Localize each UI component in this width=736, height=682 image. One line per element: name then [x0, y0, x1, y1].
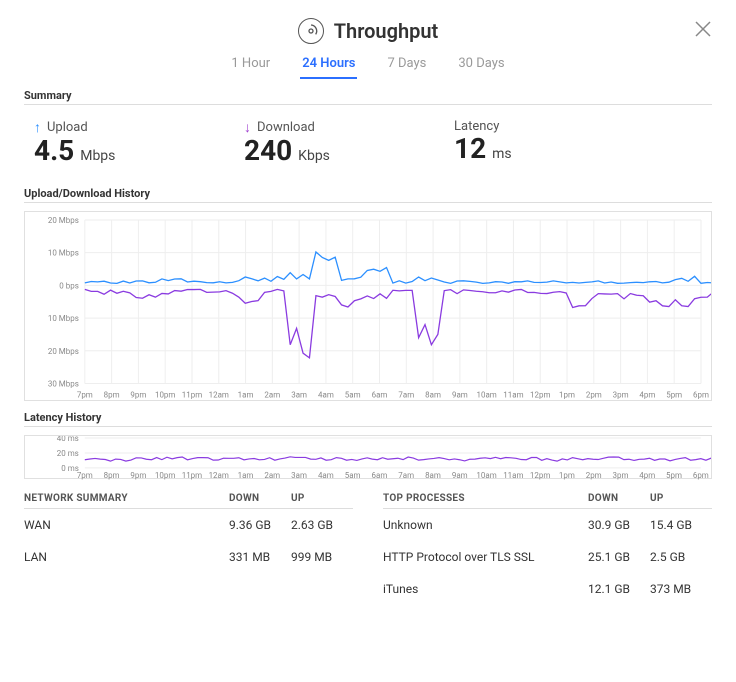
- svg-text:11pm: 11pm: [182, 390, 202, 399]
- download-label: Download: [257, 120, 315, 135]
- col-up: UP: [291, 493, 353, 504]
- svg-text:8pm: 8pm: [104, 390, 120, 399]
- svg-text:1am: 1am: [238, 390, 254, 399]
- svg-text:5pm: 5pm: [666, 390, 682, 399]
- svg-text:10pm: 10pm: [155, 471, 175, 480]
- latency-value: 12: [454, 132, 486, 165]
- svg-text:3am: 3am: [291, 390, 307, 399]
- latency-unit: ms: [492, 146, 512, 162]
- latency-chart: 0 ms20 ms40 ms7pm8pm9pm10pm11pm12am1am2a…: [24, 435, 712, 479]
- svg-text:8pm: 8pm: [104, 471, 120, 480]
- svg-text:5pm: 5pm: [666, 471, 682, 480]
- svg-text:12pm: 12pm: [530, 471, 550, 480]
- svg-text:3pm: 3pm: [613, 390, 629, 399]
- svg-text:12am: 12am: [209, 471, 229, 480]
- throughput-icon: [298, 18, 324, 44]
- tab-24hours[interactable]: 24 Hours: [300, 52, 357, 79]
- svg-text:7pm: 7pm: [77, 390, 93, 399]
- latency-heading: Latency History: [24, 411, 712, 424]
- svg-text:7am: 7am: [398, 471, 414, 480]
- history-chart: 7pm 8pm 9pm 10pm 11pm 12am 1am 2am 3am 4am 5am 6am 7…: [24, 211, 712, 401]
- summary-download: ↓ Download 240 Kbps: [244, 119, 394, 167]
- tab-1hour[interactable]: 1 Hour: [229, 52, 272, 79]
- svg-text:1pm: 1pm: [559, 471, 575, 480]
- svg-text:10pm: 10pm: [155, 390, 175, 399]
- svg-text:2pm: 2pm: [586, 471, 602, 480]
- svg-text:2am: 2am: [264, 390, 280, 399]
- svg-text:4pm: 4pm: [639, 471, 655, 480]
- svg-text:7am: 7am: [398, 390, 414, 399]
- svg-text:20 Mbps: 20 Mbps: [48, 216, 79, 225]
- svg-text:6am: 6am: [372, 471, 388, 480]
- svg-text:11am: 11am: [503, 471, 523, 480]
- table-row: Unknown 30.9 GB 15.4 GB: [383, 509, 712, 541]
- svg-text:9pm: 9pm: [130, 471, 146, 480]
- svg-text:3am: 3am: [291, 471, 307, 480]
- svg-text:6pm: 6pm: [693, 471, 709, 480]
- svg-text:6am: 6am: [372, 390, 388, 399]
- svg-text:5am: 5am: [345, 471, 361, 480]
- svg-text:20 Mbps: 20 Mbps: [48, 347, 79, 356]
- divider: [24, 426, 712, 427]
- table-row: LAN 331 MB 999 MB: [24, 541, 353, 573]
- upload-unit: Mbps: [80, 148, 115, 164]
- col-up: UP: [650, 493, 712, 504]
- upload-label: Upload: [47, 120, 88, 135]
- svg-text:11am: 11am: [503, 390, 523, 399]
- svg-text:0 bps: 0 bps: [59, 281, 79, 290]
- divider: [24, 202, 712, 203]
- svg-text:4am: 4am: [318, 390, 334, 399]
- svg-text:12pm: 12pm: [530, 390, 550, 399]
- svg-text:6pm: 6pm: [693, 390, 709, 399]
- svg-text:9am: 9am: [452, 471, 468, 480]
- network-summary-title: NETWORK SUMMARY: [24, 493, 229, 504]
- svg-text:1am: 1am: [238, 471, 254, 480]
- download-value: 240: [244, 134, 292, 167]
- close-icon[interactable]: [694, 20, 712, 38]
- tab-30days[interactable]: 30 Days: [456, 52, 506, 79]
- summary-row: ↑ Upload 4.5 Mbps ↓ Download 240 Kbps La…: [24, 113, 712, 177]
- svg-text:4pm: 4pm: [639, 390, 655, 399]
- svg-text:10 Mbps: 10 Mbps: [48, 314, 79, 323]
- tab-7days[interactable]: 7 Days: [385, 52, 428, 79]
- upload-value: 4.5: [34, 134, 74, 167]
- network-summary-table: NETWORK SUMMARY DOWN UP WAN 9.36 GB 2.63…: [24, 493, 353, 605]
- svg-text:9am: 9am: [452, 390, 468, 399]
- time-range-tabs: 1 Hour 24 Hours 7 Days 30 Days: [24, 52, 712, 79]
- svg-text:40 ms: 40 ms: [57, 436, 79, 443]
- svg-text:8am: 8am: [425, 390, 441, 399]
- download-unit: Kbps: [298, 148, 330, 164]
- svg-text:7pm: 7pm: [77, 471, 93, 480]
- svg-text:12am: 12am: [209, 390, 229, 399]
- summary-latency: Latency 12 ms: [454, 119, 604, 167]
- svg-text:10am: 10am: [476, 471, 496, 480]
- divider: [24, 104, 712, 105]
- svg-text:3pm: 3pm: [613, 471, 629, 480]
- col-down: DOWN: [588, 493, 650, 504]
- svg-text:9pm: 9pm: [130, 390, 146, 399]
- summary-heading: Summary: [24, 89, 712, 102]
- top-processes-table: TOP PROCESSES DOWN UP Unknown 30.9 GB 15…: [383, 493, 712, 605]
- table-row: WAN 9.36 GB 2.63 GB: [24, 509, 353, 541]
- svg-text:5am: 5am: [345, 390, 361, 399]
- svg-text:11pm: 11pm: [182, 471, 202, 480]
- summary-upload: ↑ Upload 4.5 Mbps: [34, 119, 184, 167]
- table-row: iTunes 12.1 GB 373 MB: [383, 573, 712, 605]
- svg-text:10 Mbps: 10 Mbps: [48, 248, 79, 257]
- history-heading: Upload/Download History: [24, 187, 712, 200]
- top-processes-title: TOP PROCESSES: [383, 493, 588, 504]
- col-down: DOWN: [229, 493, 291, 504]
- svg-text:2am: 2am: [264, 471, 280, 480]
- svg-text:20 ms: 20 ms: [57, 449, 79, 458]
- page-title: Throughput: [334, 19, 439, 43]
- svg-text:10am: 10am: [477, 390, 497, 399]
- svg-text:4am: 4am: [318, 471, 334, 480]
- table-row: HTTP Protocol over TLS SSL 25.1 GB 2.5 G…: [383, 541, 712, 573]
- svg-text:2pm: 2pm: [586, 390, 602, 399]
- svg-text:1pm: 1pm: [559, 390, 575, 399]
- svg-text:8am: 8am: [425, 471, 441, 480]
- svg-text:30 Mbps: 30 Mbps: [48, 379, 79, 388]
